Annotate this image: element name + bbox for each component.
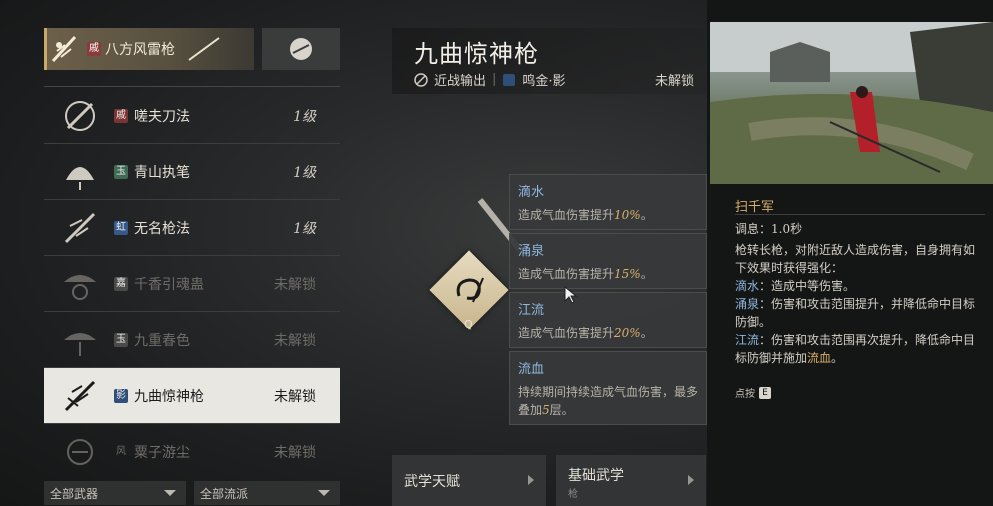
weapon-level: 未解锁 (274, 445, 316, 461)
basic-tab-label: 基础武学 (568, 468, 624, 484)
effect-name: 江流 (518, 303, 545, 318)
school-tag: 戚 (114, 108, 128, 123)
effect-desc: 造成气血伤害提升20%。 (518, 326, 653, 340)
weapon-level: 未解锁 (274, 276, 316, 293)
skill-status: 未解锁 (654, 74, 694, 89)
skill-title: 九曲惊神枪 (414, 40, 539, 68)
detail-line: 涌泉：伤害和攻击范围提升，并降低命中目标防御。 (735, 297, 976, 329)
effect-card[interactable]: 江流 造成气血伤害提升20%。 (509, 292, 707, 348)
effect-card[interactable]: 流血 持续期间持续造成气血伤害，最多叠加5层。 (509, 351, 707, 425)
school-icon (503, 73, 516, 86)
weapon-name: 粟子游尘 (134, 445, 190, 461)
skill-header: 九曲惊神枪 近战输出 | 鸣金·影 未解锁 (392, 28, 706, 94)
selected-weapon-label: 八方风雷枪 (105, 42, 175, 58)
skill-preview-video (710, 22, 993, 184)
weapon-level: 1级 (293, 220, 316, 237)
weapon-name: 青山执笔 (134, 164, 190, 181)
school-tag: 影 (114, 388, 128, 403)
martial-arts-screen: 戚 八方风雷枪 戚 嗟夫刀法 1级 玉 青山执笔 1级 虹 无名枪法 1级 嘉 … (0, 0, 993, 506)
detail-line: 江流：伤害和攻击范围再次提升，降低命中目标防御并施加流血。 (735, 333, 976, 365)
chevron-down-icon (164, 490, 176, 496)
effect-desc: 持续期间持续造成气血伤害，最多叠加5层。 (518, 385, 699, 417)
detail-skill-name: 扫千军 (735, 200, 775, 215)
weapon-level: 1级 (293, 108, 316, 125)
effect-name: 滴水 (518, 185, 545, 200)
chevron-down-icon (318, 490, 330, 496)
meta-separator: | (492, 72, 497, 87)
weapon-school-tag: 戚 (87, 42, 101, 56)
melee-icon (414, 72, 428, 87)
weapon-level: 1级 (293, 164, 316, 181)
effect-card[interactable]: 滴水 造成气血伤害提升10%。 (509, 174, 707, 230)
weapon-icon (56, 92, 104, 140)
key-e-icon: E (759, 386, 771, 399)
weapon-icon (56, 428, 104, 476)
weapon-icon (56, 372, 104, 420)
alt-weapon-tab[interactable] (262, 28, 340, 70)
selected-weapon-tab[interactable]: 戚 八方风雷枪 (44, 28, 254, 70)
list-item[interactable]: 风 粟子游尘 未解锁 (44, 424, 340, 480)
list-item[interactable]: 玉 青山执笔 1级 (44, 144, 340, 200)
detail-description: 枪转长枪，对附近敌人造成伤害，自身拥有如下效果时获得强化： 滴水：造成中等伤害。… (735, 241, 983, 367)
basic-martial-tab[interactable]: 基础武学 枪 (556, 455, 706, 506)
weapon-icon (56, 148, 104, 196)
fan-icon (290, 38, 312, 60)
chevron-right-icon (688, 475, 694, 485)
mouse-cursor-icon (564, 286, 578, 304)
weapon-icon (56, 204, 104, 252)
talent-tab[interactable]: 武学天赋 (392, 455, 546, 506)
list-item[interactable]: 玉 九重春色 未解锁 (44, 312, 340, 368)
weapon-filter-label: 全部武器 (50, 486, 99, 501)
school-tag: 玉 (114, 332, 128, 347)
weapon-list: 戚 嗟夫刀法 1级 玉 青山执笔 1级 虹 无名枪法 1级 嘉 千香引魂蛊 未解… (44, 88, 340, 480)
inspect-label: 点按 (735, 389, 755, 400)
skill-hotkey: Q (464, 318, 473, 331)
school-tag: 嘉 (114, 276, 128, 291)
skill-school: 鸣金·影 (522, 74, 566, 89)
weapon-icon (56, 316, 104, 364)
talent-tab-label: 武学天赋 (404, 474, 460, 490)
effect-desc: 造成气血伤害提升10%。 (518, 208, 653, 222)
weapon-name: 无名枪法 (134, 220, 190, 237)
school-tag: 玉 (114, 164, 128, 179)
weapon-name: 嗟夫刀法 (134, 108, 190, 125)
weapon-level: 未解锁 (274, 388, 316, 405)
detail-line: 滴水：造成中等伤害。 (735, 279, 856, 293)
spear-emblem-icon (188, 37, 220, 61)
effect-name: 涌泉 (518, 244, 545, 259)
weapon-level: 未解锁 (274, 332, 316, 349)
school-tag: 风 (116, 446, 126, 457)
effect-name: 流血 (518, 362, 545, 377)
weapon-filter-dropdown[interactable]: 全部武器 (44, 481, 186, 505)
inspect-hint[interactable]: 点按 E (735, 385, 771, 400)
basic-tab-sub: 枪 (568, 489, 578, 500)
weapon-name: 千香引魂蛊 (134, 276, 204, 293)
list-item[interactable]: 戚 嗟夫刀法 1级 (44, 88, 340, 144)
effect-desc: 造成气血伤害提升15%。 (518, 267, 653, 281)
school-filter-dropdown[interactable]: 全部流派 (194, 481, 340, 505)
weapon-name: 九重春色 (134, 332, 190, 349)
list-item-selected[interactable]: 影 九曲惊神枪 未解锁 (44, 368, 340, 424)
swirl-skill-icon (456, 277, 484, 303)
school-tag: 虹 (114, 220, 128, 235)
chevron-right-icon (528, 475, 534, 485)
skill-meta: 近战输出 | 鸣金·影 (414, 70, 566, 89)
weapon-name: 九曲惊神枪 (134, 388, 204, 405)
school-filter-label: 全部流派 (200, 486, 249, 501)
detail-cooldown: 调息：1.0秒 (735, 222, 803, 236)
skill-type: 近战输出 (434, 74, 487, 89)
list-item[interactable]: 虹 无名枪法 1级 (44, 200, 340, 256)
effect-card[interactable]: 涌泉 造成气血伤害提升15%。 (509, 233, 707, 289)
detail-divider (735, 214, 985, 215)
list-item[interactable]: 嘉 千香引魂蛊 未解锁 (44, 256, 340, 312)
list-divider (44, 86, 340, 87)
weapon-icon (56, 260, 104, 308)
spear-icon (51, 35, 77, 63)
detail-intro: 枪转长枪，对附近敌人造成伤害，自身拥有如下效果时获得强化： (735, 243, 976, 275)
detail-panel: 扫千军 调息：1.0秒 枪转长枪，对附近敌人造成伤害，自身拥有如下效果时获得强化… (707, 0, 993, 506)
